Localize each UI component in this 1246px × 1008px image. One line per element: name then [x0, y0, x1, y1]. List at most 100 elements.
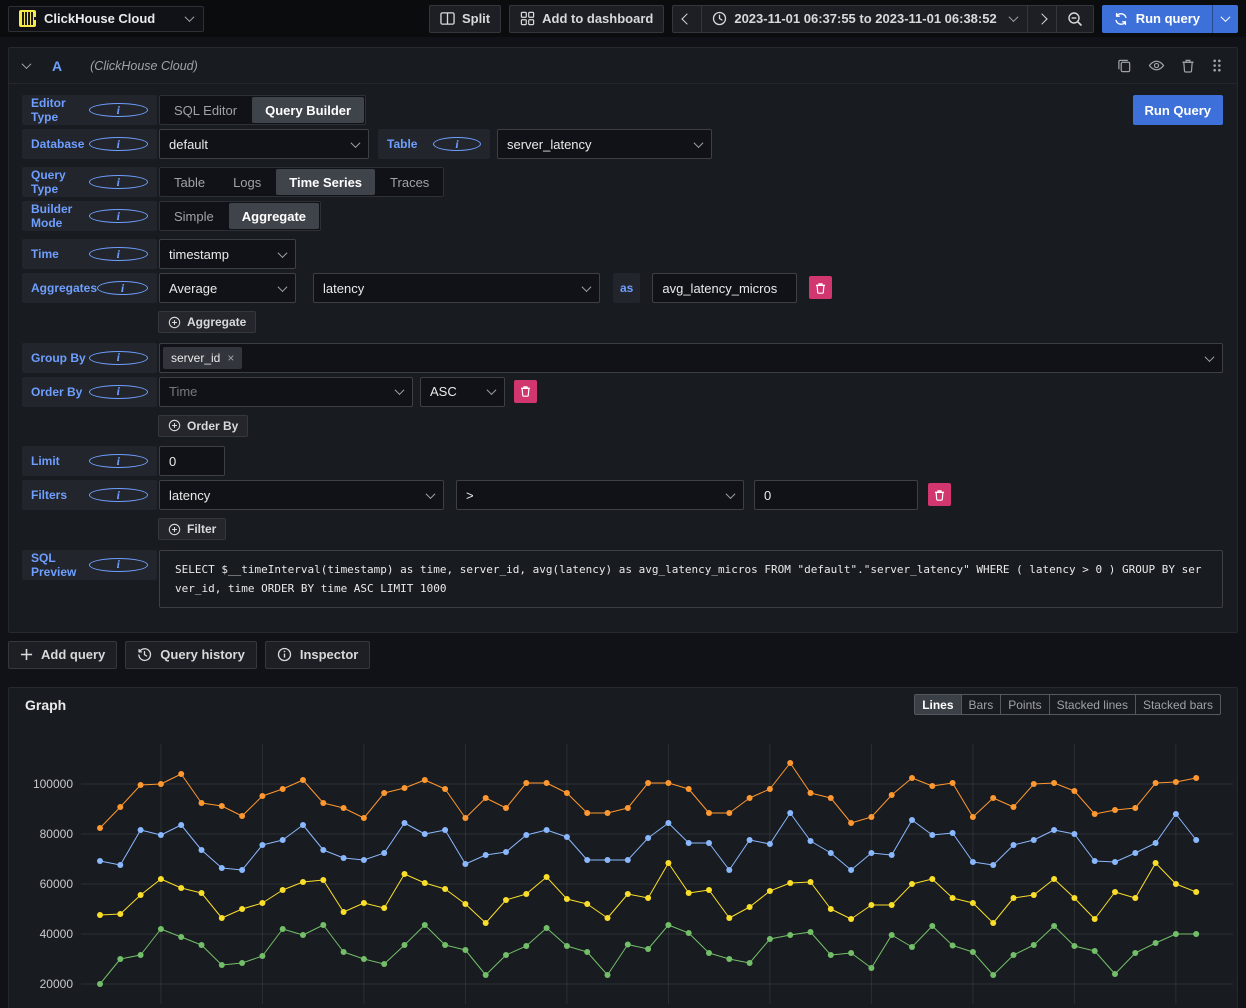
add-filter-button[interactable]: Filter: [158, 518, 226, 540]
editor-type-query-builder[interactable]: Query Builder: [252, 97, 364, 123]
info-icon[interactable]: i: [89, 247, 149, 261]
add-query-button[interactable]: Add query: [8, 641, 117, 669]
info-icon[interactable]: i: [89, 209, 149, 223]
query-history-button[interactable]: Query history: [125, 641, 257, 669]
chart-point: [422, 831, 428, 837]
group-by-multiselect[interactable]: server_id ×: [159, 343, 1223, 373]
zoom-out-button[interactable]: [1056, 5, 1094, 33]
builder-mode-simple[interactable]: Simple: [160, 202, 228, 230]
chart-point: [726, 915, 732, 921]
chart-point: [848, 950, 854, 956]
remove-aggregate-button[interactable]: [809, 276, 832, 299]
chart-point: [605, 810, 611, 816]
info-icon[interactable]: i: [89, 137, 149, 151]
chart-point: [625, 805, 631, 811]
query-type-table[interactable]: Table: [160, 168, 219, 196]
add-to-dashboard-button[interactable]: Add to dashboard: [509, 5, 664, 33]
info-icon[interactable]: i: [89, 558, 149, 572]
add-order-by-label: Order By: [187, 419, 238, 433]
time-forward-button[interactable]: [1027, 5, 1056, 33]
chart-point: [909, 944, 915, 950]
limit-input[interactable]: 0: [159, 446, 225, 476]
split-label: Split: [462, 11, 490, 26]
table-select[interactable]: server_latency: [497, 129, 712, 159]
drag-handle-icon[interactable]: [1211, 58, 1223, 73]
chart-point: [889, 852, 895, 858]
query-type-logs[interactable]: Logs: [219, 168, 275, 196]
split-button[interactable]: Split: [429, 5, 501, 33]
remove-order-by-button[interactable]: [514, 380, 537, 403]
chart-point: [1132, 805, 1138, 811]
chart-point: [747, 904, 753, 910]
chart-point: [1031, 892, 1037, 898]
y-axis-tick-label: 40000: [40, 927, 74, 941]
panel-run-query-button[interactable]: Run Query: [1133, 95, 1223, 125]
chart-point: [665, 780, 671, 786]
order-by-field-select[interactable]: Time: [159, 377, 413, 407]
chart-point: [483, 920, 489, 926]
query-type-traces[interactable]: Traces: [376, 168, 443, 196]
chart-point: [280, 926, 286, 932]
chart-point: [1153, 780, 1159, 786]
chart-point: [259, 900, 265, 906]
aggregate-function-select[interactable]: Average: [159, 273, 296, 303]
run-query-dropdown[interactable]: [1212, 5, 1238, 33]
info-icon[interactable]: i: [89, 103, 149, 117]
info-icon[interactable]: i: [89, 351, 149, 365]
editor-type-sql-editor[interactable]: SQL Editor: [160, 96, 251, 124]
datasource-picker[interactable]: ClickHouse Cloud: [8, 6, 204, 32]
chart-point: [1092, 948, 1098, 954]
aggregate-alias-input[interactable]: avg_latency_micros: [652, 273, 797, 303]
group-by-tag[interactable]: server_id ×: [163, 347, 242, 369]
chart-point: [178, 822, 184, 828]
chart-point: [117, 956, 123, 962]
info-icon[interactable]: i: [89, 385, 149, 399]
info-icon[interactable]: i: [433, 137, 481, 151]
aggregate-column-select[interactable]: latency: [313, 273, 600, 303]
eye-icon[interactable]: [1148, 58, 1165, 73]
chart-point: [787, 810, 793, 816]
inspector-button[interactable]: Inspector: [265, 641, 371, 669]
group-by-tag-label: server_id: [171, 351, 220, 365]
chart-point: [422, 777, 428, 783]
time-range-picker[interactable]: 2023-11-01 06:37:55 to 2023-11-01 06:38:…: [701, 5, 1026, 33]
chart-point: [280, 786, 286, 792]
run-query-button[interactable]: Run query: [1102, 5, 1212, 33]
info-icon[interactable]: i: [89, 454, 149, 468]
chart-point: [1193, 889, 1199, 895]
copy-icon[interactable]: [1117, 58, 1132, 73]
trash-icon[interactable]: [1181, 58, 1195, 73]
chart-point: [1071, 788, 1077, 794]
info-icon[interactable]: i: [89, 175, 149, 189]
builder-mode-aggregate[interactable]: Aggregate: [229, 203, 319, 229]
add-aggregate-button[interactable]: Aggregate: [158, 311, 256, 333]
filter-field-select[interactable]: latency: [159, 480, 444, 510]
collapse-query-icon[interactable]: [22, 59, 32, 69]
time-back-button[interactable]: [672, 5, 701, 33]
order-by-direction-select[interactable]: ASC: [420, 377, 505, 407]
chart-point: [686, 930, 692, 936]
chart-point: [1051, 876, 1057, 882]
run-query-split-button: Run query: [1102, 5, 1238, 33]
chart-point: [341, 855, 347, 861]
editor-type-label: Editor Typei: [22, 95, 157, 125]
filter-value-input[interactable]: 0: [754, 480, 918, 510]
info-icon[interactable]: i: [97, 281, 148, 295]
database-select[interactable]: default: [159, 129, 369, 159]
time-column-select[interactable]: timestamp: [159, 239, 296, 269]
query-type-time-series[interactable]: Time Series: [276, 169, 375, 195]
remove-tag-icon[interactable]: ×: [227, 351, 234, 365]
chart-point: [544, 925, 550, 931]
chart-point: [199, 942, 205, 948]
search-minus-icon: [1067, 11, 1083, 27]
add-order-by-button[interactable]: Order By: [158, 415, 248, 437]
chart-point: [564, 896, 570, 902]
filter-operator-select[interactable]: >: [456, 480, 744, 510]
remove-filter-button[interactable]: [928, 483, 951, 506]
chart-point: [1092, 916, 1098, 922]
info-icon[interactable]: i: [89, 488, 149, 502]
clock-icon: [712, 11, 727, 26]
plus-icon: [20, 648, 33, 661]
chart-point: [868, 814, 874, 820]
chart-point: [645, 895, 651, 901]
